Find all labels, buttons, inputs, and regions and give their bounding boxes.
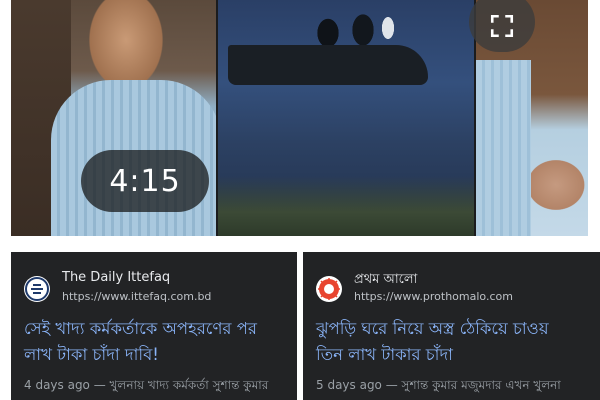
video-duration-badge: 4:15: [81, 150, 209, 212]
result-headline[interactable]: ঝুপড়ি ঘরে নিয়ে অস্ত্র ঠেকিয়ে চাওয় তি…: [316, 316, 600, 368]
result-snippet: 5 days ago — সুশান্ত কুমার মজুমদার এখন খ…: [316, 378, 561, 392]
expand-button[interactable]: [469, 0, 535, 52]
video-thumbnail-frame-2: [218, 0, 474, 236]
result-headline[interactable]: সেই খাদ্য কর্মকর্তাকে অপহরণের পর লাখ টাক…: [24, 316, 297, 368]
result-snippet: 4 days ago — খুলনায় খাদ্য কর্মকর্তা সুশ…: [24, 378, 269, 392]
source-url: https://www.ittefaq.com.bd: [62, 290, 212, 303]
ittefaq-logo-icon: [24, 276, 50, 302]
news-result-card[interactable]: প্রথম আলো https://www.prothomalo.com ঝুপ…: [303, 252, 600, 400]
expand-icon: [490, 14, 514, 38]
source-name: প্রথম আলো: [354, 272, 418, 287]
news-result-card[interactable]: The Daily Ittefaq https://www.ittefaq.co…: [11, 252, 297, 400]
video-result[interactable]: 4:15: [11, 0, 588, 236]
source-url: https://www.prothomalo.com: [354, 290, 513, 303]
source-name: The Daily Ittefaq: [62, 270, 171, 285]
prothomalo-logo-icon: [316, 276, 342, 302]
